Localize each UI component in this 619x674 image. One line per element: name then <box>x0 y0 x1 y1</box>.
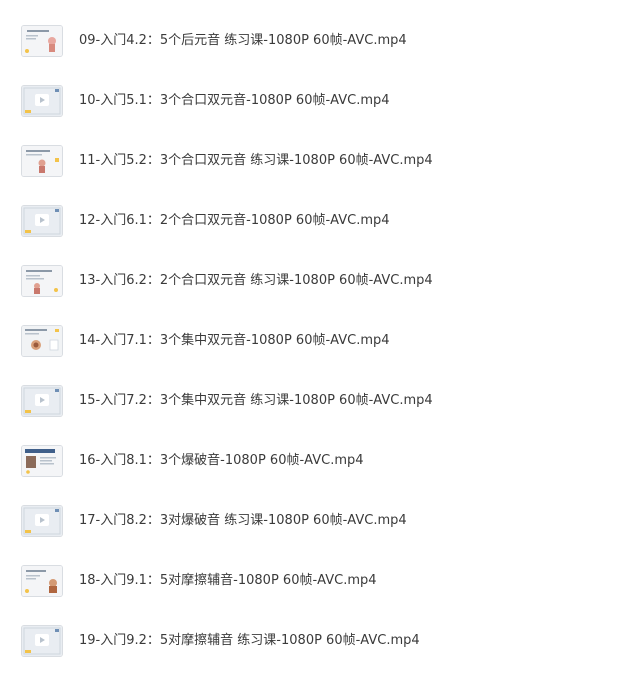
lesson-slide-thumbnail-icon <box>22 326 62 356</box>
file-name: 12-入门6.1：2个合口双元音-1080P 60帧-AVC.mp4 <box>79 213 390 228</box>
file-row[interactable]: 09-入门4.2：5个后元音 练习课-1080P 60帧-AVC.mp4 <box>0 11 619 71</box>
lesson-slide-thumbnail-icon <box>22 266 62 296</box>
lesson-slide-thumbnail-icon <box>22 446 62 476</box>
file-row[interactable]: 19-入门9.2：5对摩擦辅音 练习课-1080P 60帧-AVC.mp4 <box>0 611 619 671</box>
file-row[interactable]: 16-入门8.1：3个爆破音-1080P 60帧-AVC.mp4 <box>0 431 619 491</box>
file-row[interactable]: 10-入门5.1：3个合口双元音-1080P 60帧-AVC.mp4 <box>0 71 619 131</box>
file-name: 16-入门8.1：3个爆破音-1080P 60帧-AVC.mp4 <box>79 453 364 468</box>
file-row[interactable]: 13-入门6.2：2个合口双元音 练习课-1080P 60帧-AVC.mp4 <box>0 251 619 311</box>
file-name: 09-入门4.2：5个后元音 练习课-1080P 60帧-AVC.mp4 <box>79 33 407 48</box>
video-thumbnail-icon <box>22 506 62 536</box>
file-list: 09-入门4.2：5个后元音 练习课-1080P 60帧-AVC.mp4 10-… <box>0 11 619 671</box>
file-name: 19-入门9.2：5对摩擦辅音 练习课-1080P 60帧-AVC.mp4 <box>79 633 420 648</box>
file-name: 10-入门5.1：3个合口双元音-1080P 60帧-AVC.mp4 <box>79 93 390 108</box>
video-thumbnail-icon <box>22 206 62 236</box>
video-thumbnail-icon <box>22 386 62 416</box>
file-row[interactable]: 18-入门9.1：5对摩擦辅音-1080P 60帧-AVC.mp4 <box>0 551 619 611</box>
file-row[interactable]: 11-入门5.2：3个合口双元音 练习课-1080P 60帧-AVC.mp4 <box>0 131 619 191</box>
lesson-slide-thumbnail-icon <box>22 146 62 176</box>
file-name: 17-入门8.2：3对爆破音 练习课-1080P 60帧-AVC.mp4 <box>79 513 407 528</box>
file-name: 14-入门7.1：3个集中双元音-1080P 60帧-AVC.mp4 <box>79 333 390 348</box>
lesson-slide-thumbnail-icon <box>22 26 62 56</box>
file-name: 11-入门5.2：3个合口双元音 练习课-1080P 60帧-AVC.mp4 <box>79 153 433 168</box>
file-row[interactable]: 17-入门8.2：3对爆破音 练习课-1080P 60帧-AVC.mp4 <box>0 491 619 551</box>
file-name: 18-入门9.1：5对摩擦辅音-1080P 60帧-AVC.mp4 <box>79 573 377 588</box>
file-row[interactable]: 15-入门7.2：3个集中双元音 练习课-1080P 60帧-AVC.mp4 <box>0 371 619 431</box>
file-row[interactable]: 12-入门6.1：2个合口双元音-1080P 60帧-AVC.mp4 <box>0 191 619 251</box>
file-name: 15-入门7.2：3个集中双元音 练习课-1080P 60帧-AVC.mp4 <box>79 393 433 408</box>
lesson-slide-thumbnail-icon <box>22 566 62 596</box>
video-thumbnail-icon <box>22 626 62 656</box>
file-row[interactable]: 14-入门7.1：3个集中双元音-1080P 60帧-AVC.mp4 <box>0 311 619 371</box>
video-thumbnail-icon <box>22 86 62 116</box>
file-name: 13-入门6.2：2个合口双元音 练习课-1080P 60帧-AVC.mp4 <box>79 273 433 288</box>
